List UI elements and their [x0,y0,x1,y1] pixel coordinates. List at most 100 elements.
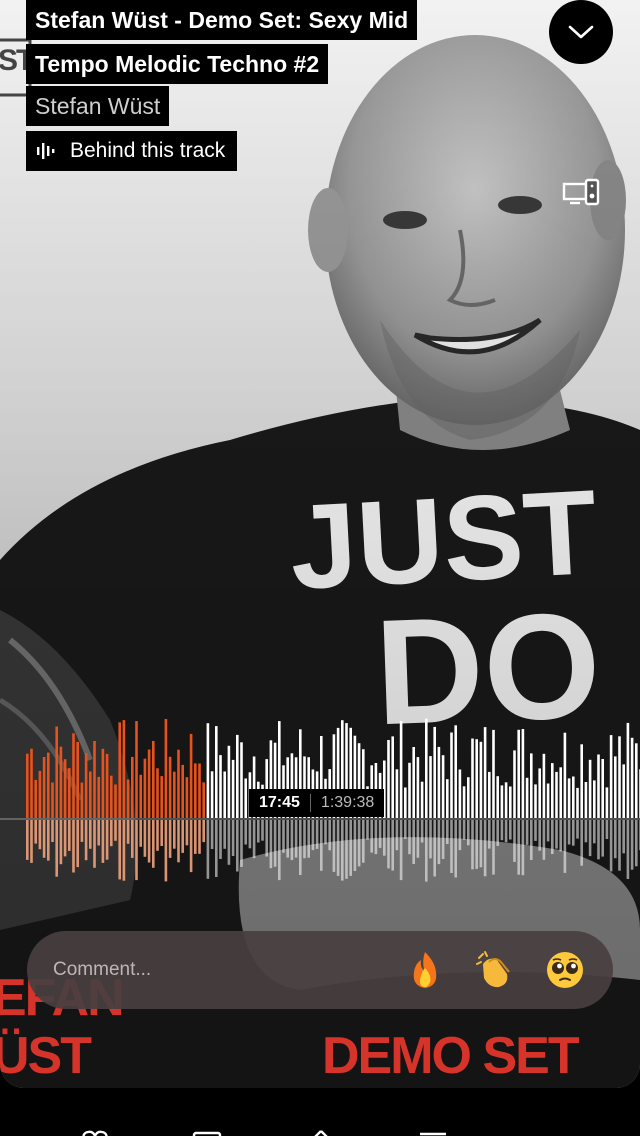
waveform-bar-reflection [462,820,466,840]
waveform-bar [38,770,42,818]
waveform-bar-reflection [34,820,37,844]
waveform-bar [441,755,445,818]
waveform-bar-reflection [30,820,33,863]
waveform-bar [618,736,621,818]
waveform-bar [525,777,529,818]
waveform-bar-reflection [126,820,130,844]
waveform-bar [404,787,407,818]
waveform-bar [72,733,75,818]
waveform-bar [458,769,462,818]
waveform-bar [135,721,138,818]
track-title-line1[interactable]: Stefan Wüst - Demo Set: Sexy Mid [26,0,418,40]
waveform-bar [80,782,84,818]
track-title-line2[interactable]: Tempo Melodic Techno #2 [26,44,329,84]
waveform-bar-reflection [399,820,403,881]
waveform-bar [89,771,92,818]
waveform-bar [483,727,487,818]
share-icon[interactable] [306,1130,336,1136]
waveform-bar [42,757,46,818]
waveform-bar-reflection [341,820,344,881]
waveform-bar-reflection [353,820,357,871]
queue-icon[interactable] [418,1130,448,1136]
waveform-bar [215,726,218,818]
waveform-bar-reflection [105,820,109,860]
waveform-bar-reflection [206,820,210,879]
waveform-bar [156,768,159,818]
waveform-bar-reflection [635,820,638,867]
waveform-bar-reflection [278,820,281,881]
waveform-bar-reflection [231,820,235,856]
waveform-bar-reflection [198,820,201,854]
waveform-bar [538,768,541,818]
waveform-bar-reflection [555,820,558,849]
waveform-bar-reflection [42,820,46,858]
waveform-bar-reflection [366,820,369,840]
collapse-player-button[interactable] [549,0,613,64]
waveform-bar [513,750,516,818]
comment-icon[interactable] [192,1130,222,1136]
waveform-bar [412,747,415,818]
waveform-bar-reflection [374,820,378,855]
waveform-bar-reflection [370,820,373,853]
waveform-bar [387,740,390,818]
waveform-bar-reflection [446,820,449,844]
clap-reaction-button[interactable] [475,950,515,990]
waveform-bar [118,722,121,818]
waveform-bar [160,776,163,818]
waveform-bar-reflection [59,820,63,865]
waveform-bar [194,763,197,818]
waveform-bar-reflection [147,820,151,863]
waveform-bar [563,732,567,818]
waveform-bar [567,778,571,818]
waveform-bar-reflection [387,820,390,869]
waveform-bar-reflection [122,820,126,881]
comment-input[interactable]: Comment... [53,959,405,981]
waveform-bar [593,780,596,818]
waveform-bar [496,776,499,818]
waveform-bar [399,721,403,818]
waveform-bar-reflection [282,820,285,853]
waveform-bar-reflection [622,820,625,854]
waveform-bar [84,753,88,818]
pleading-reaction-button[interactable] [545,950,585,990]
devices-button[interactable] [562,178,600,213]
bottom-action-bar [0,1100,640,1136]
waveform-bar [488,771,491,818]
waveform-bar-reflection [215,820,218,877]
waveform-bar [139,774,142,818]
heart-icon[interactable] [80,1130,110,1136]
waveform-bar [110,775,113,818]
artist-name[interactable]: Stefan Wüst [26,86,170,126]
fire-reaction-button[interactable] [405,950,445,990]
waveform-bar-reflection [219,820,222,859]
waveform-bar-reflection [437,820,441,865]
waveform-bar-reflection [416,820,420,858]
waveform-bar-reflection [467,820,470,846]
waveform-bar-reflection [500,820,504,841]
waveform-bar [517,729,520,818]
waveform-bar [609,735,613,818]
waveform-bar-reflection [542,820,546,860]
waveform-bar-reflection [534,820,537,841]
waveform-bar-reflection [563,820,567,873]
waveform-bar [433,726,436,818]
current-time: 17:45 [259,794,300,811]
waveform-bar-reflection [236,820,239,872]
waveform-bar-reflection [441,820,445,859]
waveform-bar [605,787,609,818]
waveform-bar-reflection [185,820,189,846]
waveform-bar [181,764,184,818]
devices-icon [562,178,600,206]
waveform-bar [500,785,504,818]
waveform-bar-reflection [517,820,520,875]
waveform-bar [551,763,554,818]
waveform-bar-reflection [475,820,478,869]
waveform-bar [479,741,483,818]
waveform-bar-reflection [391,820,394,871]
behind-this-track-button[interactable]: Behind this track [26,131,238,171]
waveform-bar-reflection [194,820,197,854]
waveform-bar [584,782,588,818]
waveform-bar-reflection [324,820,327,845]
waveform-bar [114,784,117,818]
waveform-bar-reflection [525,820,529,845]
